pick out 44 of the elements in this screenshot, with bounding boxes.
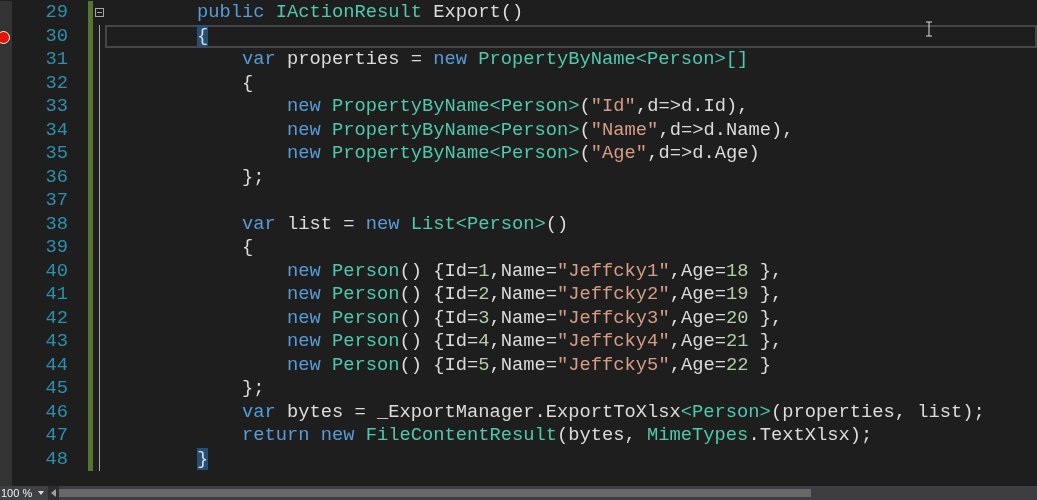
- code-line: };: [241, 167, 265, 187]
- code-line: new Person() {Id=4,Name="Jeffcky4",Age=21 },: [286, 332, 783, 352]
- line-number: 46: [45, 402, 68, 422]
- line-number: 40: [45, 261, 68, 281]
- code-line: var properties = new PropertyByName<Person>[]: [241, 50, 749, 70]
- collapse-icon[interactable]: [94, 8, 104, 18]
- code-line: {: [241, 238, 254, 258]
- line-number: 47: [45, 426, 68, 446]
- code-line: new PropertyByName<Person>("Id",d=>d.Id),: [286, 97, 749, 117]
- line-number: 39: [45, 238, 68, 258]
- code-line: {: [241, 73, 254, 93]
- line-number: 32: [45, 73, 68, 93]
- line-number: 43: [45, 332, 68, 352]
- line-number: 29: [45, 3, 68, 23]
- line-number: 35: [45, 144, 68, 164]
- line-number: 38: [45, 214, 68, 234]
- code-line: public IActionResult Export(): [196, 3, 524, 23]
- line-number: 30: [45, 26, 68, 46]
- line-number: 31: [45, 50, 68, 70]
- line-number: 42: [45, 308, 68, 328]
- code-line: var bytes = _ExportManager.ExportToXlsx<Person>(properties, list);: [241, 402, 985, 422]
- code-line: new PropertyByName<Person>("Name",d=>d.Name),: [286, 120, 794, 140]
- line-number: 44: [45, 355, 68, 375]
- line-number: 33: [45, 97, 68, 117]
- code-line: return new FileContentResult(bytes, MimeTypes.TextXlsx);: [241, 426, 873, 446]
- line-number: 41: [45, 285, 68, 305]
- code-line: new PropertyByName<Person>("Age",d=>d.Age): [286, 144, 760, 164]
- code-line: new Person() {Id=3,Name="Jeffcky3",Age=20 },: [286, 308, 783, 328]
- text-cursor-icon: [925, 21, 933, 37]
- code-line: var list = new List<Person>(): [241, 214, 569, 234]
- line-number: 45: [45, 379, 68, 399]
- line-number: 34: [45, 120, 68, 140]
- zoom-dropdown[interactable]: 100 %: [0, 486, 49, 500]
- caret-icon: [38, 491, 45, 495]
- code-line: new Person() {Id=5,Name="Jeffcky5",Age=22 }: [286, 355, 771, 375]
- breakpoint-icon[interactable]: [0, 30, 10, 44]
- line-number: 48: [45, 449, 68, 469]
- scroll-left-icon[interactable]: [51, 489, 57, 497]
- code-line: };: [241, 379, 265, 399]
- line-number: 36: [45, 167, 68, 187]
- line-number: 37: [45, 191, 68, 211]
- code-line: new Person() {Id=2,Name="Jeffcky2",Age=19 },: [286, 285, 783, 305]
- horizontal-scrollbar[interactable]: [59, 486, 1037, 500]
- code-line: new Person() {Id=1,Name="Jeffcky1",Age=18 },: [286, 261, 783, 281]
